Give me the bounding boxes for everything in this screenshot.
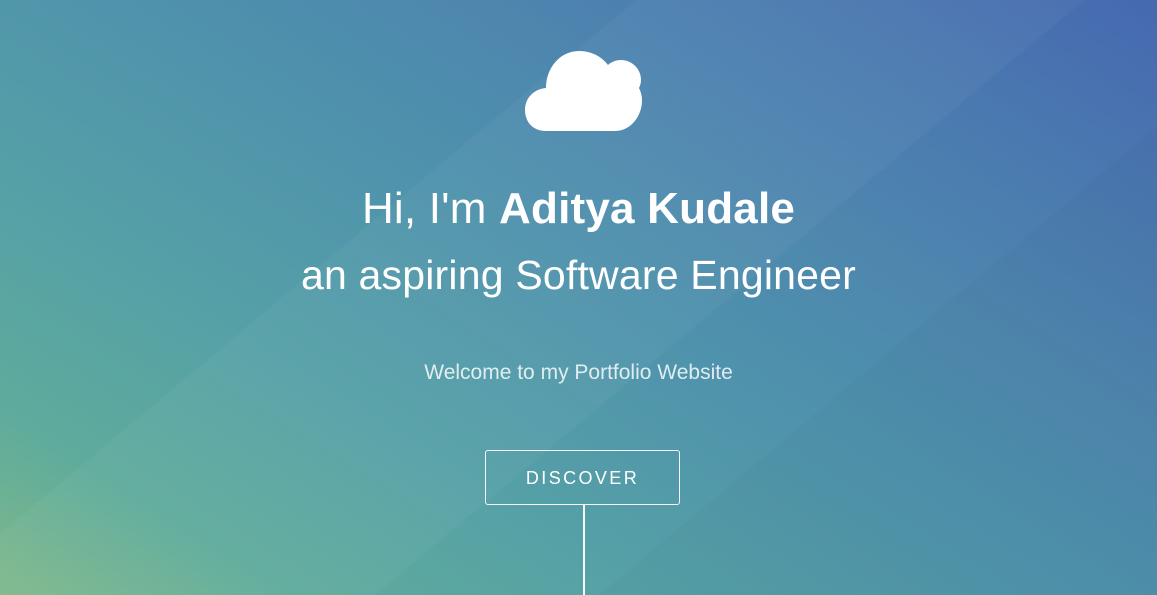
hero-section: Hi, I'm Aditya Kudale an aspiring Softwa… [0,0,1157,595]
cloud-icon [525,51,642,131]
owner-name: Aditya Kudale [499,184,796,233]
welcome-text: Welcome to my Portfolio Website [424,361,733,384]
scroll-indicator-line [583,505,585,595]
hero-subtitle: an aspiring Software Engineer [300,252,857,298]
hero-headline: Hi, I'm Aditya Kudale [0,181,1157,237]
greeting-text: Hi, I'm [361,184,500,233]
discover-button[interactable]: DISCOVER [485,450,680,505]
